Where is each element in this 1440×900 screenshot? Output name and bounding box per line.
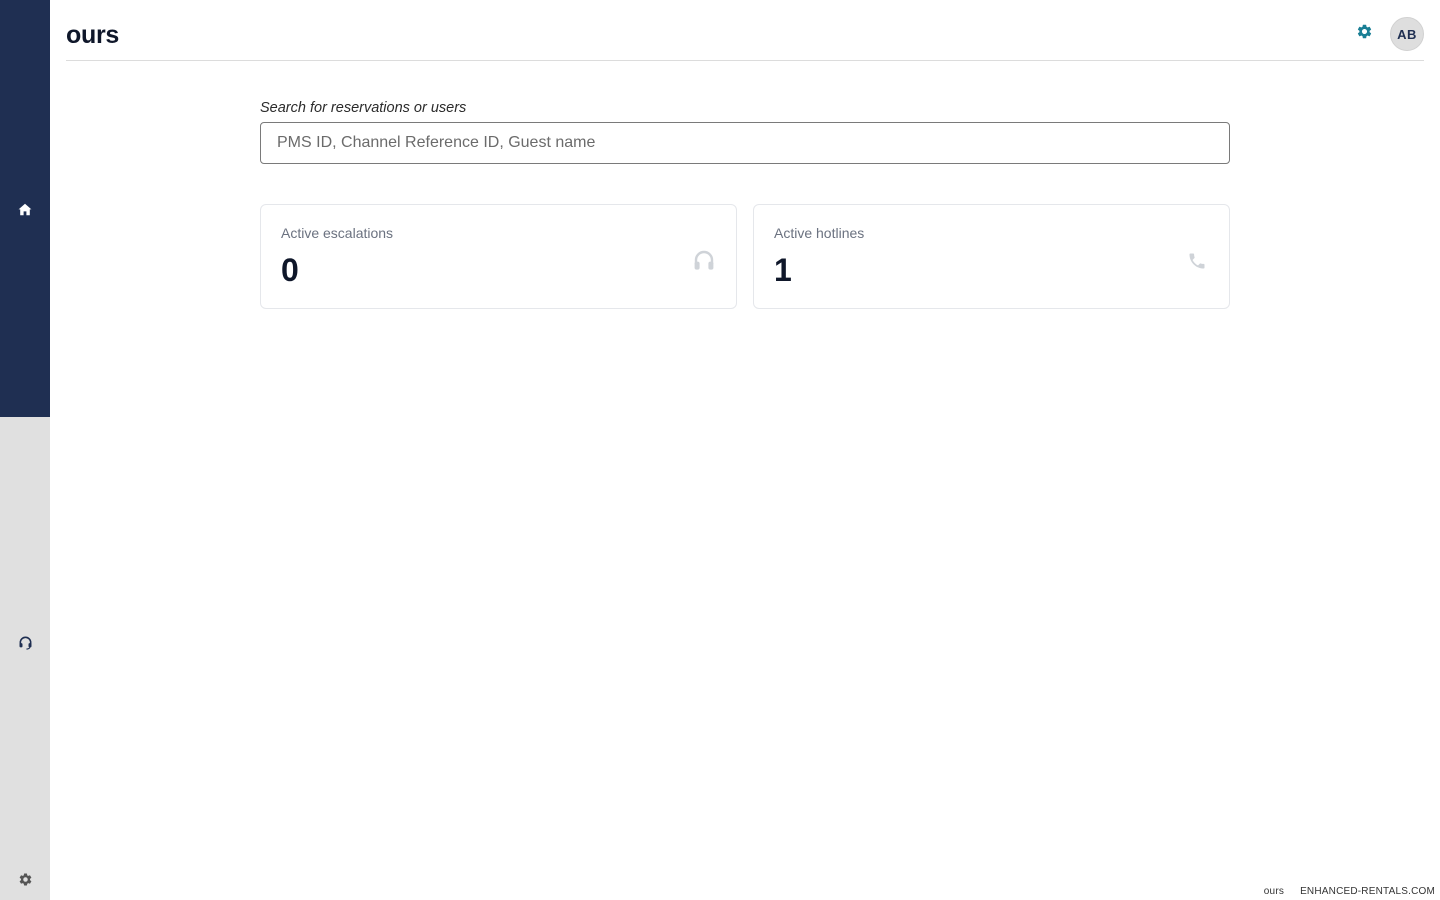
footer: ours ENHANCED-RENTALS.COM xyxy=(1264,886,1435,897)
card-label: Active escalations xyxy=(281,225,394,241)
sidebar-item-support[interactable] xyxy=(0,624,50,660)
card-value: 0 xyxy=(281,252,299,288)
sidebar-item-home[interactable] xyxy=(0,191,50,227)
card-value: 1 xyxy=(774,252,792,288)
settings-button[interactable] xyxy=(1352,22,1376,46)
headset-icon xyxy=(692,249,716,273)
headset-icon xyxy=(18,635,33,650)
top-header: ours AB xyxy=(66,0,1424,61)
gear-icon xyxy=(1356,23,1373,45)
footer-domain: ENHANCED-RENTALS.COM xyxy=(1300,886,1435,897)
footer-app-name: ours xyxy=(1263,886,1285,897)
app-title: ours xyxy=(66,21,119,49)
phone-icon xyxy=(1185,249,1209,273)
search-input[interactable] xyxy=(260,122,1230,164)
card-label: Active hotlines xyxy=(774,225,865,241)
sidebar-item-settings[interactable] xyxy=(0,861,50,897)
user-avatar[interactable]: AB xyxy=(1390,17,1424,51)
home-icon xyxy=(18,203,32,216)
gear-icon xyxy=(18,872,33,887)
active-hotlines-card[interactable]: Active hotlines 1 xyxy=(753,204,1230,309)
sidebar xyxy=(0,0,50,900)
search-label: Search for reservations or users xyxy=(260,100,467,116)
active-escalations-card[interactable]: Active escalations 0 xyxy=(260,204,737,309)
